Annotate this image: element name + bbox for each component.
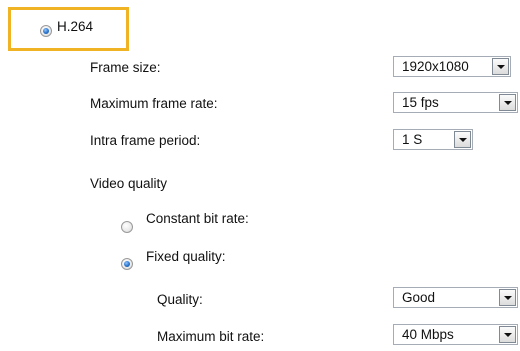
fixed-quality-radio[interactable] — [121, 258, 133, 270]
max-frame-rate-label: Maximum frame rate: — [90, 96, 218, 111]
quality-label: Quality: — [157, 292, 203, 307]
quality-select[interactable]: Good — [393, 287, 518, 308]
chevron-down-icon[interactable] — [499, 326, 516, 343]
quality-value: Good — [402, 290, 436, 305]
max-bit-rate-label: Maximum bit rate: — [157, 329, 265, 344]
video-quality-heading: Video quality — [90, 176, 168, 191]
chevron-down-icon[interactable] — [492, 58, 509, 75]
chevron-down-icon[interactable] — [454, 131, 471, 148]
frame-size-label: Frame size: — [90, 60, 161, 75]
max-bit-rate-select[interactable]: 40 Mbps — [393, 324, 518, 345]
fixed-quality-label: Fixed quality: — [146, 249, 226, 264]
h264-label: H.264 — [57, 19, 94, 34]
constant-bit-rate-label: Constant bit rate: — [146, 211, 249, 226]
intra-frame-period-value: 1 S — [402, 132, 423, 147]
constant-bit-rate-radio[interactable] — [121, 221, 133, 233]
max-frame-rate-value: 15 fps — [402, 95, 439, 110]
chevron-down-icon[interactable] — [499, 289, 516, 306]
frame-size-value: 1920x1080 — [402, 59, 469, 74]
max-frame-rate-select[interactable]: 15 fps — [393, 92, 518, 113]
max-bit-rate-value: 40 Mbps — [402, 327, 454, 342]
intra-frame-period-label: Intra frame period: — [90, 133, 201, 148]
intra-frame-period-select[interactable]: 1 S — [393, 129, 473, 150]
chevron-down-icon[interactable] — [499, 94, 516, 111]
h264-radio[interactable] — [40, 25, 52, 37]
frame-size-select[interactable]: 1920x1080 — [393, 56, 511, 77]
